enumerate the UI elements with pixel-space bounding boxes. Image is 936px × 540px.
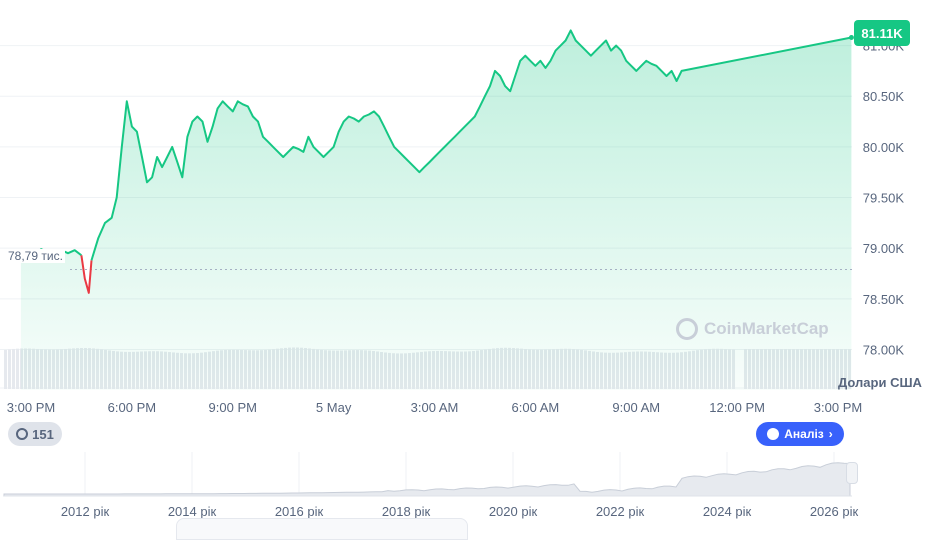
- x-tick-label: 3:00 AM: [411, 400, 459, 415]
- x-tick-label: 9:00 PM: [209, 400, 257, 415]
- x-tick-label: 6:00 AM: [512, 400, 560, 415]
- x-tick-label: 12:00 PM: [709, 400, 765, 415]
- x-tick-label: 3:00 PM: [7, 400, 55, 415]
- x-axis: 3:00 PM 6:00 PM 9:00 PM 5 May 3:00 AM 6:00 AM…: [7, 400, 862, 415]
- x-tick-label: 3:00 PM: [814, 400, 862, 415]
- reference-price-label: 78,79 тис.: [6, 249, 65, 263]
- history-clock-icon: [16, 428, 29, 440]
- y-axis: 78.00K78.50K79.00K79.50K80.00K80.50K81.0…: [863, 39, 905, 358]
- chevron-right-icon: ›: [828, 427, 833, 441]
- navigator-year-label: 2024 рік: [703, 504, 752, 519]
- navigator-year-label: 2020 рік: [489, 504, 538, 519]
- analysis-button[interactable]: Аналіз ›: [756, 422, 844, 446]
- navigator-drag-handle[interactable]: [846, 462, 858, 484]
- volume-bar: [12, 348, 15, 389]
- bottom-panel-tab[interactable]: [176, 518, 468, 540]
- history-button[interactable]: 151: [8, 422, 62, 446]
- navigator-year-label: 2014 рік: [168, 504, 217, 519]
- volume-bar: [4, 349, 7, 389]
- navigator-year-label: 2018 рік: [382, 504, 431, 519]
- analysis-label: Аналіз: [784, 427, 824, 441]
- watermark-text: CoinMarketCap: [704, 319, 829, 338]
- y-tick-label: 79.00K: [863, 241, 905, 256]
- volume-bar: [16, 348, 19, 389]
- coinmarketcap-logo-icon: [676, 318, 698, 340]
- x-tick-label: 5 May: [316, 400, 352, 415]
- watermark: CoinMarketCap: [676, 318, 829, 340]
- current-price-badge: 81.11K: [854, 20, 910, 46]
- price-chart-widget: 78.00K 78.50K 79.00K 79.50K 80.00K 80.50K 81.0…: [0, 0, 936, 540]
- navigator[interactable]: 2012 рік 2014 рік 2016 рік 2018 рік 2020 рік…: [3, 452, 859, 519]
- x-tick-label: 6:00 PM: [108, 400, 156, 415]
- x-tick-label: 9:00 AM: [612, 400, 660, 415]
- y-tick-label: 78.50K: [863, 292, 905, 307]
- history-count: 151: [32, 426, 54, 442]
- navigator-year-label: 2016 рік: [275, 504, 324, 519]
- volume-bar: [8, 349, 11, 389]
- navigator-year-label: 2012 рік: [61, 504, 110, 519]
- navigator-year-label: 2026 рік: [810, 504, 859, 519]
- y-tick-label: 79.50K: [863, 191, 905, 206]
- y-tick-label: 80.50K: [863, 89, 905, 104]
- navigator-year-label: 2022 рік: [596, 504, 645, 519]
- price-chart[interactable]: 78.00K78.50K79.00K79.50K80.00K80.50K81.0…: [0, 0, 936, 534]
- analysis-logo-icon: [767, 428, 780, 440]
- y-tick-label: 78.00K: [863, 342, 905, 357]
- currency-label: Долари США: [838, 375, 922, 390]
- y-tick-label: 80.00K: [863, 140, 905, 155]
